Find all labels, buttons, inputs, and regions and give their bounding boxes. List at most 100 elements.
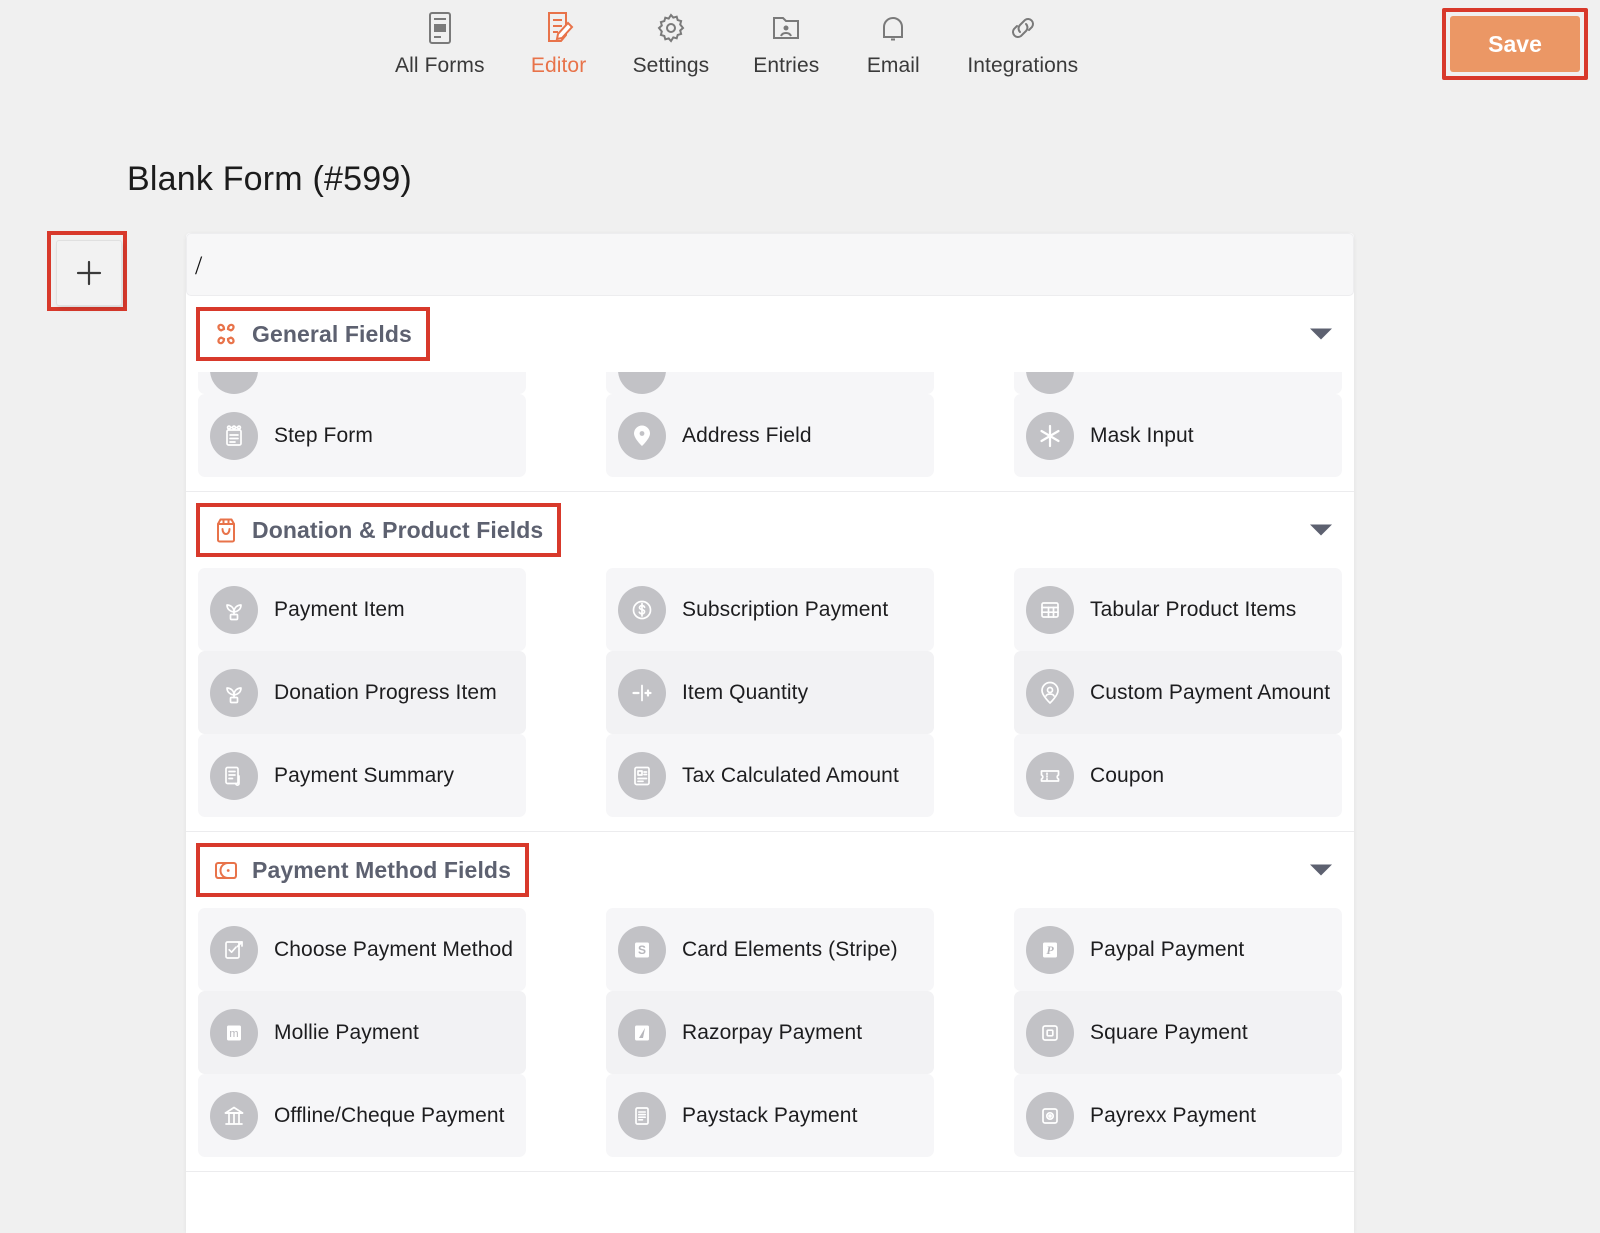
field-tile[interactable]: Custom Payment Amount bbox=[1014, 651, 1342, 734]
field-tile[interactable]: Square Payment bbox=[1014, 991, 1342, 1074]
field-tile-label: Paypal Payment bbox=[1090, 937, 1245, 961]
dollar-circle-icon bbox=[618, 585, 666, 634]
bank-icon bbox=[210, 1091, 258, 1140]
field-tile[interactable]: Payment Item bbox=[198, 568, 526, 651]
field-tile[interactable]: Payrexx Payment bbox=[1014, 1074, 1342, 1157]
field-tile-row: Choose Payment Method S Card Elements (St… bbox=[186, 908, 1354, 991]
entries-folder-icon bbox=[770, 8, 802, 48]
nav-label-integrations: Integrations bbox=[967, 54, 1079, 77]
minus-plus-icon bbox=[618, 668, 666, 717]
field-tile[interactable]: Razorpay Payment bbox=[606, 991, 934, 1074]
donation-bag-icon bbox=[212, 516, 240, 544]
save-button[interactable]: Save bbox=[1450, 16, 1580, 72]
nav-item-editor[interactable]: Editor bbox=[529, 8, 589, 78]
table-icon bbox=[1026, 585, 1074, 634]
field-tile[interactable]: Tax Calculated Amount bbox=[606, 734, 934, 817]
field-tile[interactable]: Step Form bbox=[198, 394, 526, 477]
section-header-payment-method-fields[interactable]: Payment Method Fields bbox=[186, 832, 1354, 908]
clipped-tile bbox=[198, 372, 526, 394]
field-tile-label: Mask Input bbox=[1090, 423, 1194, 447]
field-tile-label: Offline/Cheque Payment bbox=[274, 1103, 505, 1127]
field-tile[interactable]: Tabular Product Items bbox=[1014, 568, 1342, 651]
summary-doc-icon bbox=[210, 751, 258, 800]
field-tile[interactable]: Address Field bbox=[606, 394, 934, 477]
field-tile[interactable]: S Card Elements (Stripe) bbox=[606, 908, 934, 991]
section-title: Donation & Product Fields bbox=[252, 516, 544, 543]
nav-item-integrations[interactable]: Integrations bbox=[967, 8, 1078, 78]
field-tile[interactable]: m Mollie Payment bbox=[198, 991, 526, 1074]
field-tile[interactable]: Choose Payment Method bbox=[198, 908, 526, 991]
section-header-annotation: General Fields bbox=[196, 307, 430, 361]
section-header-general-fields[interactable]: General Fields bbox=[186, 296, 1354, 372]
paypal-p-icon: P bbox=[1026, 925, 1074, 974]
plant-icon bbox=[210, 668, 258, 717]
field-tile[interactable]: P Paypal Payment bbox=[1014, 908, 1342, 991]
field-tile[interactable]: Offline/Cheque Payment bbox=[198, 1074, 526, 1157]
paystack-lines-icon bbox=[618, 1091, 666, 1140]
field-tile-label: Payment Summary bbox=[274, 763, 455, 787]
tile-icon-partial bbox=[1026, 372, 1074, 394]
nav-item-email[interactable]: Email bbox=[863, 8, 923, 78]
nav-label-entries: Entries bbox=[753, 54, 820, 77]
section-spacer bbox=[186, 1157, 1354, 1171]
section-header-donation-product-fields[interactable]: Donation & Product Fields bbox=[186, 492, 1354, 568]
field-tile-row: Donation Progress Item Item Quantity Cus… bbox=[186, 651, 1354, 734]
field-tile-label: Donation Progress Item bbox=[274, 680, 497, 704]
coupon-ticket-icon bbox=[1026, 751, 1074, 800]
search-input[interactable] bbox=[195, 234, 1295, 297]
link-icon bbox=[1007, 8, 1039, 48]
chevron-down-icon[interactable] bbox=[1310, 524, 1332, 536]
field-tile[interactable]: Subscription Payment bbox=[606, 568, 934, 651]
plus-icon bbox=[74, 258, 104, 288]
field-tile[interactable]: Donation Progress Item bbox=[198, 651, 526, 734]
field-tile[interactable]: Item Quantity bbox=[606, 651, 934, 734]
nav-label-settings: Settings bbox=[632, 54, 710, 77]
field-tile[interactable]: Mask Input bbox=[1014, 394, 1342, 477]
clipped-tile bbox=[606, 372, 934, 394]
svg-text:m: m bbox=[229, 1028, 238, 1040]
field-tile-label: Coupon bbox=[1090, 763, 1165, 787]
stripe-s-icon: S bbox=[618, 925, 666, 974]
field-tile-label: Mollie Payment bbox=[274, 1020, 419, 1044]
search-row bbox=[186, 233, 1354, 297]
field-tile-label: Item Quantity bbox=[682, 680, 809, 704]
section-title: Payment Method Fields bbox=[252, 856, 511, 883]
chevron-down-icon[interactable] bbox=[1310, 864, 1332, 876]
page-title: Blank Form (#599) bbox=[127, 160, 412, 198]
location-pin-icon bbox=[618, 411, 666, 460]
field-tile-label: Paystack Payment bbox=[682, 1103, 858, 1127]
section-header-annotation: Donation & Product Fields bbox=[196, 503, 562, 557]
nav-label-email: Email bbox=[866, 54, 920, 77]
user-pin-icon bbox=[1026, 668, 1074, 717]
svg-text:P: P bbox=[1046, 943, 1054, 957]
choose-method-icon bbox=[210, 925, 258, 974]
field-tile-row: Step Form Address Field Mask Input bbox=[186, 394, 1354, 477]
field-tile-label: Square Payment bbox=[1090, 1020, 1248, 1044]
field-tile[interactable]: Payment Summary bbox=[198, 734, 526, 817]
general-fields-icon bbox=[212, 320, 240, 348]
field-tile-label: Payrexx Payment bbox=[1090, 1103, 1257, 1127]
field-tile-label: Address Field bbox=[682, 423, 812, 447]
save-button-annotation: Save bbox=[1442, 8, 1588, 80]
editor-pencil-icon bbox=[544, 8, 574, 48]
field-tile-label: Custom Payment Amount bbox=[1090, 680, 1331, 704]
tile-icon-partial bbox=[210, 372, 258, 394]
add-field-button[interactable] bbox=[56, 240, 122, 306]
field-tile-label: Step Form bbox=[274, 423, 373, 447]
field-tile-row: Payment Item Subscription Payment Tabula… bbox=[186, 568, 1354, 651]
svg-text:S: S bbox=[638, 943, 646, 957]
nav-item-settings[interactable]: Settings bbox=[633, 8, 710, 78]
nav-item-entries[interactable]: Entries bbox=[753, 8, 819, 78]
nav-items: All Forms Editor Settings Entries Email … bbox=[395, 8, 1078, 78]
field-tile[interactable]: Paystack Payment bbox=[606, 1074, 934, 1157]
gear-icon bbox=[655, 8, 687, 48]
section-spacer bbox=[186, 817, 1354, 831]
forms-icon bbox=[425, 8, 455, 48]
chevron-down-icon[interactable] bbox=[1310, 328, 1332, 340]
field-tile[interactable]: Coupon bbox=[1014, 734, 1342, 817]
clipped-tile-row bbox=[186, 372, 1354, 394]
section-divider bbox=[186, 1171, 1354, 1172]
field-tile-row: Offline/Cheque Payment Paystack Payment … bbox=[186, 1074, 1354, 1157]
plant-icon bbox=[210, 585, 258, 634]
nav-item-all-forms[interactable]: All Forms bbox=[395, 8, 485, 78]
